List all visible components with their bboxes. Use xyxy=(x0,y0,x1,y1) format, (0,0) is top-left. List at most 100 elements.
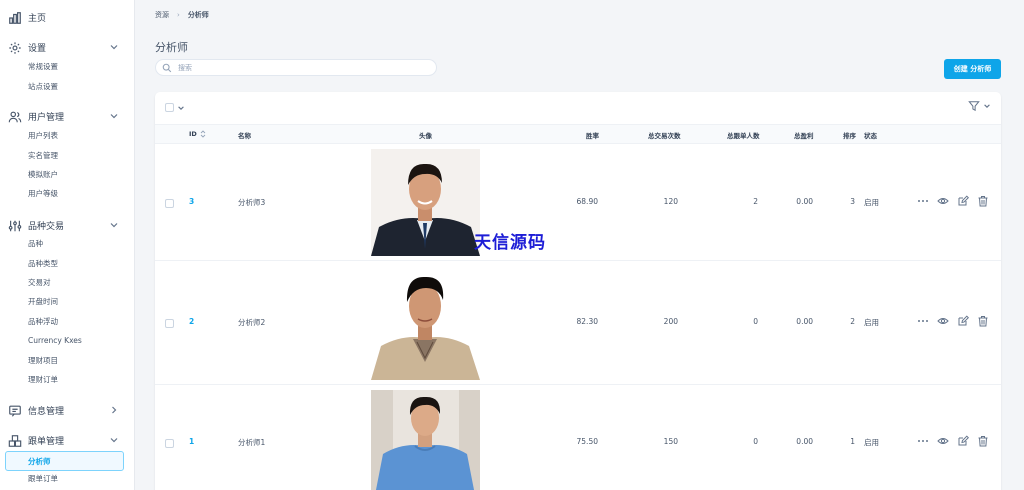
row-name: 分析师2 xyxy=(238,318,266,327)
gear-icon xyxy=(9,41,21,54)
nav-trading-pairs[interactable]: 交易对 xyxy=(28,276,51,290)
trash-icon[interactable] xyxy=(977,435,989,447)
row-total-profit: 0.00 xyxy=(796,437,813,446)
chevron-down-icon xyxy=(984,104,990,108)
header-total-followers: 总跟单人数 xyxy=(727,132,760,140)
header-total-profit: 总盈利 xyxy=(794,132,814,140)
chevron-right-icon: › xyxy=(177,11,180,19)
nav-instrument-types[interactable]: 品种类型 xyxy=(28,257,58,271)
nav-settings[interactable]: 设置 xyxy=(0,38,134,57)
nav-analysts[interactable]: 分析师 xyxy=(5,451,124,471)
header-id[interactable]: ID xyxy=(189,130,206,138)
table-header: ID 名称 头像 胜率 总交易次数 总跟单人数 总盈利 排序 状态 xyxy=(155,124,1001,144)
header-name: 名称 xyxy=(238,132,251,140)
analyst-avatar xyxy=(371,149,480,256)
header-win-rate: 胜率 xyxy=(586,132,599,140)
header-sort: 排序 xyxy=(843,132,856,140)
filter-button[interactable] xyxy=(968,100,991,112)
breadcrumb-current: 分析师 xyxy=(187,11,209,19)
nav-user-list[interactable]: 用户列表 xyxy=(28,129,58,143)
row-checkbox[interactable] xyxy=(165,439,174,448)
sidebar: 主页 设置 常规设置 站点设置 用户管理 用户列表 实名管理 模拟账户 用户等级… xyxy=(0,0,135,490)
edit-icon[interactable] xyxy=(957,435,969,447)
row-win-rate: 82.30 xyxy=(576,317,598,326)
nav-home-label: 主页 xyxy=(28,14,47,24)
nav-general-settings[interactable]: 常规设置 xyxy=(28,60,58,74)
header-total-trades: 总交易次数 xyxy=(648,132,681,140)
row-status: 启用 xyxy=(864,438,879,447)
select-all-checkbox[interactable] xyxy=(165,103,174,112)
row-total-followers: 0 xyxy=(753,317,758,326)
chevron-down-icon xyxy=(110,223,118,228)
eye-icon[interactable] xyxy=(937,435,949,447)
nav-currency-kxes[interactable]: Currency Kxes xyxy=(28,334,82,348)
eye-icon[interactable] xyxy=(937,315,949,327)
row-id-link[interactable]: 1 xyxy=(189,437,194,446)
breadcrumb: 资源 › 分析师 xyxy=(155,10,209,20)
sliders-icon xyxy=(8,220,22,231)
nav-copy-trading[interactable]: 跟单管理 xyxy=(0,431,134,450)
nav-trading[interactable]: 品种交易 xyxy=(0,216,134,235)
row-actions xyxy=(917,315,989,327)
search-input[interactable] xyxy=(178,63,418,72)
row-checkbox[interactable] xyxy=(165,199,174,208)
nav-messages[interactable]: 信息管理 xyxy=(0,401,134,420)
trash-icon[interactable] xyxy=(977,195,989,207)
sort-icon[interactable] xyxy=(200,130,206,138)
row-total-followers: 2 xyxy=(753,197,758,206)
row-name: 分析师1 xyxy=(238,438,266,447)
row-id-link[interactable]: 3 xyxy=(189,197,194,206)
search-icon xyxy=(162,63,172,72)
more-icon[interactable] xyxy=(917,195,929,207)
boxes-icon xyxy=(8,434,22,447)
edit-icon[interactable] xyxy=(957,315,969,327)
table-row[interactable]: 2 分析师2 82.30 200 0 0.00 2 启用 xyxy=(155,261,1001,385)
filter-icon xyxy=(968,101,980,112)
edit-icon[interactable] xyxy=(957,195,969,207)
nav-messages-label: 信息管理 xyxy=(28,407,65,417)
chevron-down-icon xyxy=(110,114,118,119)
table-row[interactable]: 1 分析师1 75.50 150 0 0.00 1 启用 xyxy=(155,385,1001,490)
table-toolbar xyxy=(155,92,1001,124)
trash-icon[interactable] xyxy=(977,315,989,327)
row-total-trades: 120 xyxy=(663,197,678,206)
more-icon[interactable] xyxy=(917,435,929,447)
row-total-profit: 0.00 xyxy=(796,197,813,206)
nav-instrument-float[interactable]: 品种浮动 xyxy=(28,315,58,329)
row-total-trades: 200 xyxy=(663,317,678,326)
table-row[interactable]: 3 分析师3 68.90 120 2 0.00 3 启用 xyxy=(155,144,1001,261)
nav-users[interactable]: 用户管理 xyxy=(0,107,134,126)
nav-user-levels[interactable]: 用户等级 xyxy=(28,187,58,201)
nav-wealth-orders[interactable]: 理财订单 xyxy=(28,373,58,387)
nav-copy-orders[interactable]: 跟单订单 xyxy=(28,472,58,486)
nav-home[interactable]: 主页 xyxy=(0,8,134,27)
nav-site-settings[interactable]: 站点设置 xyxy=(28,80,58,94)
nav-trading-label: 品种交易 xyxy=(28,222,65,232)
eye-icon[interactable] xyxy=(937,195,949,207)
nav-wealth-projects[interactable]: 理财项目 xyxy=(28,354,58,368)
search-box[interactable] xyxy=(155,59,437,76)
select-all-control[interactable] xyxy=(165,103,185,112)
create-analyst-button[interactable]: 创建 分析师 xyxy=(944,59,1001,79)
nav-analysts-label: 分析师 xyxy=(28,457,51,466)
row-total-profit: 0.00 xyxy=(796,317,813,326)
row-id-link[interactable]: 2 xyxy=(189,317,194,326)
users-icon xyxy=(8,111,22,122)
chevron-down-icon xyxy=(110,438,118,443)
nav-realname[interactable]: 实名管理 xyxy=(28,149,58,163)
nav-instruments[interactable]: 品种 xyxy=(28,237,43,251)
breadcrumb-resources[interactable]: 资源 xyxy=(155,10,169,20)
more-icon[interactable] xyxy=(917,315,929,327)
row-sort: 1 xyxy=(850,437,855,446)
header-avatar: 头像 xyxy=(419,132,432,140)
chevron-down-icon[interactable] xyxy=(177,104,185,112)
row-sort: 3 xyxy=(850,197,855,206)
nav-opening-hours[interactable]: 开盘时间 xyxy=(28,295,58,309)
row-actions xyxy=(917,195,989,207)
row-total-followers: 0 xyxy=(753,437,758,446)
row-name: 分析师3 xyxy=(238,198,266,207)
row-win-rate: 75.50 xyxy=(576,437,598,446)
nav-settings-label: 设置 xyxy=(28,44,47,54)
nav-demo-accounts[interactable]: 模拟账户 xyxy=(28,168,58,182)
row-checkbox[interactable] xyxy=(165,319,174,328)
